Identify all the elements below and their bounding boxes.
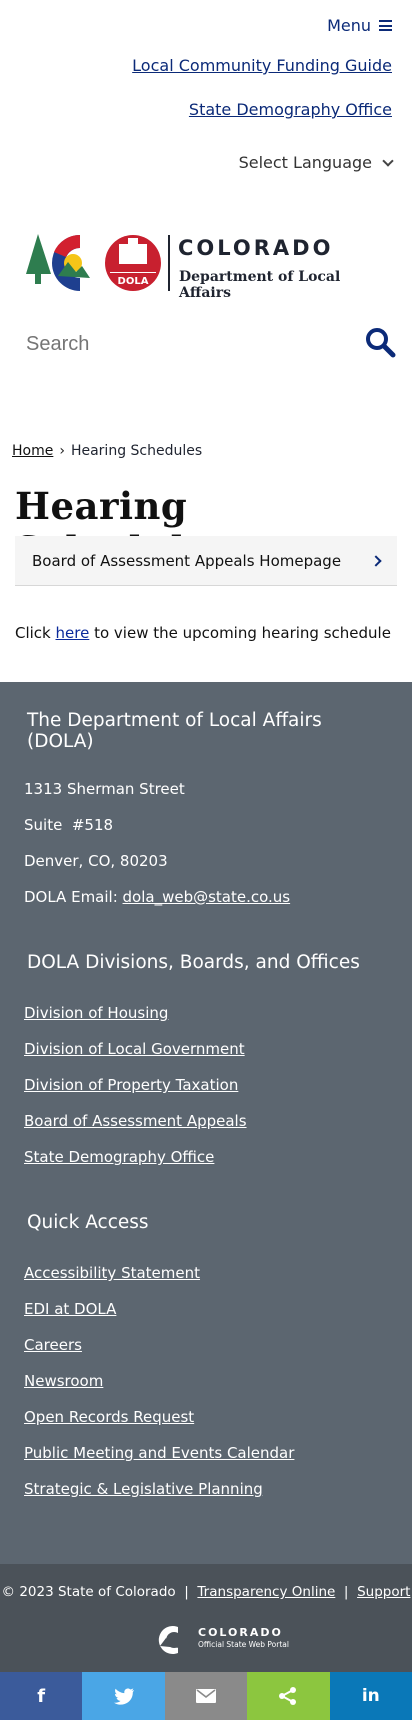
- colorado-dola-emblem-icon: DOLA: [26, 234, 161, 291]
- strategic-legislative-planning-link[interactable]: Strategic & Legislative Planning: [24, 1480, 263, 1498]
- email-link[interactable]: dola_web@state.co.us: [123, 888, 291, 906]
- share-icon: [279, 1687, 297, 1705]
- division-of-property-taxation-link[interactable]: Division of Property Taxation: [24, 1076, 238, 1094]
- bottom-separator: |: [343, 1584, 349, 1600]
- language-label: Select Language: [238, 153, 372, 172]
- menu-button[interactable]: Menu: [327, 16, 392, 35]
- email-label: DOLA Email:: [24, 888, 123, 906]
- contact-heading-line2: (DOLA): [27, 731, 94, 752]
- public-meeting-calendar-link[interactable]: Public Meeting and Events Calendar: [24, 1444, 294, 1462]
- bottom-links: © 2023 State of Colorado | Transparency …: [0, 1584, 412, 1600]
- facebook-icon: f: [37, 1685, 46, 1707]
- portal-title: COLORADO: [198, 1626, 283, 1639]
- hearing-schedule-link[interactable]: here: [56, 624, 90, 642]
- accessibility-statement-link[interactable]: Accessibility Statement: [24, 1264, 200, 1282]
- careers-link[interactable]: Careers: [24, 1336, 82, 1354]
- colorado-portal-logo[interactable]: COLORADO Official State Web Portal: [152, 1624, 292, 1656]
- open-records-request-link[interactable]: Open Records Request: [24, 1408, 194, 1426]
- language-select[interactable]: Select Language: [238, 153, 394, 172]
- local-community-funding-guide-link[interactable]: Local Community Funding Guide: [132, 56, 392, 75]
- search-input[interactable]: [26, 333, 326, 356]
- transparency-online-link[interactable]: Transparency Online: [197, 1584, 335, 1600]
- address-line1: 1313 Sherman Street: [24, 780, 185, 798]
- linkedin-icon: in: [361, 1686, 380, 1706]
- state-demography-office-link[interactable]: State Demography Office: [189, 100, 392, 119]
- search-button[interactable]: [364, 326, 396, 358]
- body-suffix: to view the upcoming hearing schedule: [89, 624, 391, 642]
- menu-label: Menu: [327, 16, 371, 35]
- facebook-share-button[interactable]: f: [0, 1672, 83, 1720]
- portal-subtitle: Official State Web Portal: [198, 1640, 289, 1649]
- logo-divider: [168, 235, 170, 291]
- newsroom-link[interactable]: Newsroom: [24, 1372, 103, 1390]
- colorado-c-icon: [158, 1626, 180, 1654]
- subnav-label: Board of Assessment Appeals Homepage: [32, 551, 342, 570]
- division-of-housing-link[interactable]: Division of Housing: [24, 1004, 168, 1022]
- breadcrumb-current: Hearing Schedules: [70, 443, 203, 459]
- email-row: DOLA Email: dola_web@state.co.us: [24, 888, 290, 906]
- board-of-assessment-appeals-link[interactable]: Board of Assessment Appeals: [24, 1112, 247, 1130]
- dola-logo[interactable]: DOLA COLORADO Department of Local Affair…: [24, 232, 394, 301]
- twitter-icon: [113, 1687, 134, 1705]
- logo-badge-text: DOLA: [118, 276, 149, 287]
- bottom-bar: © 2023 State of Colorado | Transparency …: [0, 1564, 412, 1672]
- hamburger-icon: [379, 20, 392, 31]
- contact-heading-line1: The Department of Local Affairs: [27, 710, 322, 731]
- breadcrumb: Home › Hearing Schedules: [12, 443, 202, 459]
- email-share-button[interactable]: [164, 1672, 248, 1720]
- copyright-text: © 2023 State of Colorado: [1, 1584, 176, 1600]
- hearing-schedule-text: Click here to view the upcoming hearing …: [15, 624, 391, 642]
- bottom-separator: |: [184, 1584, 189, 1600]
- logo-colorado-text: COLORADO: [178, 236, 334, 260]
- support-link[interactable]: Support: [357, 1584, 410, 1600]
- logo-department-text: Department of Local Affairs: [179, 269, 341, 301]
- state-demography-office-footer-link[interactable]: State Demography Office: [24, 1148, 214, 1166]
- body-prefix: Click: [15, 624, 56, 642]
- divisions-heading: DOLA Divisions, Boards, and Offices: [27, 952, 360, 973]
- board-of-assessment-appeals-homepage-link[interactable]: Board of Assessment Appeals Homepage: [15, 536, 397, 586]
- sharethis-button[interactable]: [247, 1672, 330, 1720]
- address-line2: Suite #518: [24, 816, 114, 834]
- footer-contact-heading: The Department of Local Affairs (DOLA): [27, 710, 322, 752]
- linkedin-share-button[interactable]: in: [329, 1672, 412, 1720]
- quick-access-heading: Quick Access: [27, 1212, 149, 1233]
- chevron-down-icon: [382, 154, 394, 167]
- address-line3: Denver, CO, 80203: [24, 852, 168, 870]
- share-bar: f in: [0, 1672, 412, 1720]
- breadcrumb-home-link[interactable]: Home: [12, 443, 53, 459]
- chevron-right-icon: [370, 554, 382, 567]
- division-of-local-government-link[interactable]: Division of Local Government: [24, 1040, 245, 1058]
- twitter-share-button[interactable]: [82, 1672, 165, 1720]
- breadcrumb-separator: ›: [59, 443, 65, 459]
- edi-at-dola-link[interactable]: EDI at DOLA: [24, 1300, 116, 1318]
- search-icon: [366, 328, 396, 358]
- footer: The Department of Local Affairs (DOLA) 1…: [0, 682, 412, 1564]
- email-icon: [196, 1689, 217, 1703]
